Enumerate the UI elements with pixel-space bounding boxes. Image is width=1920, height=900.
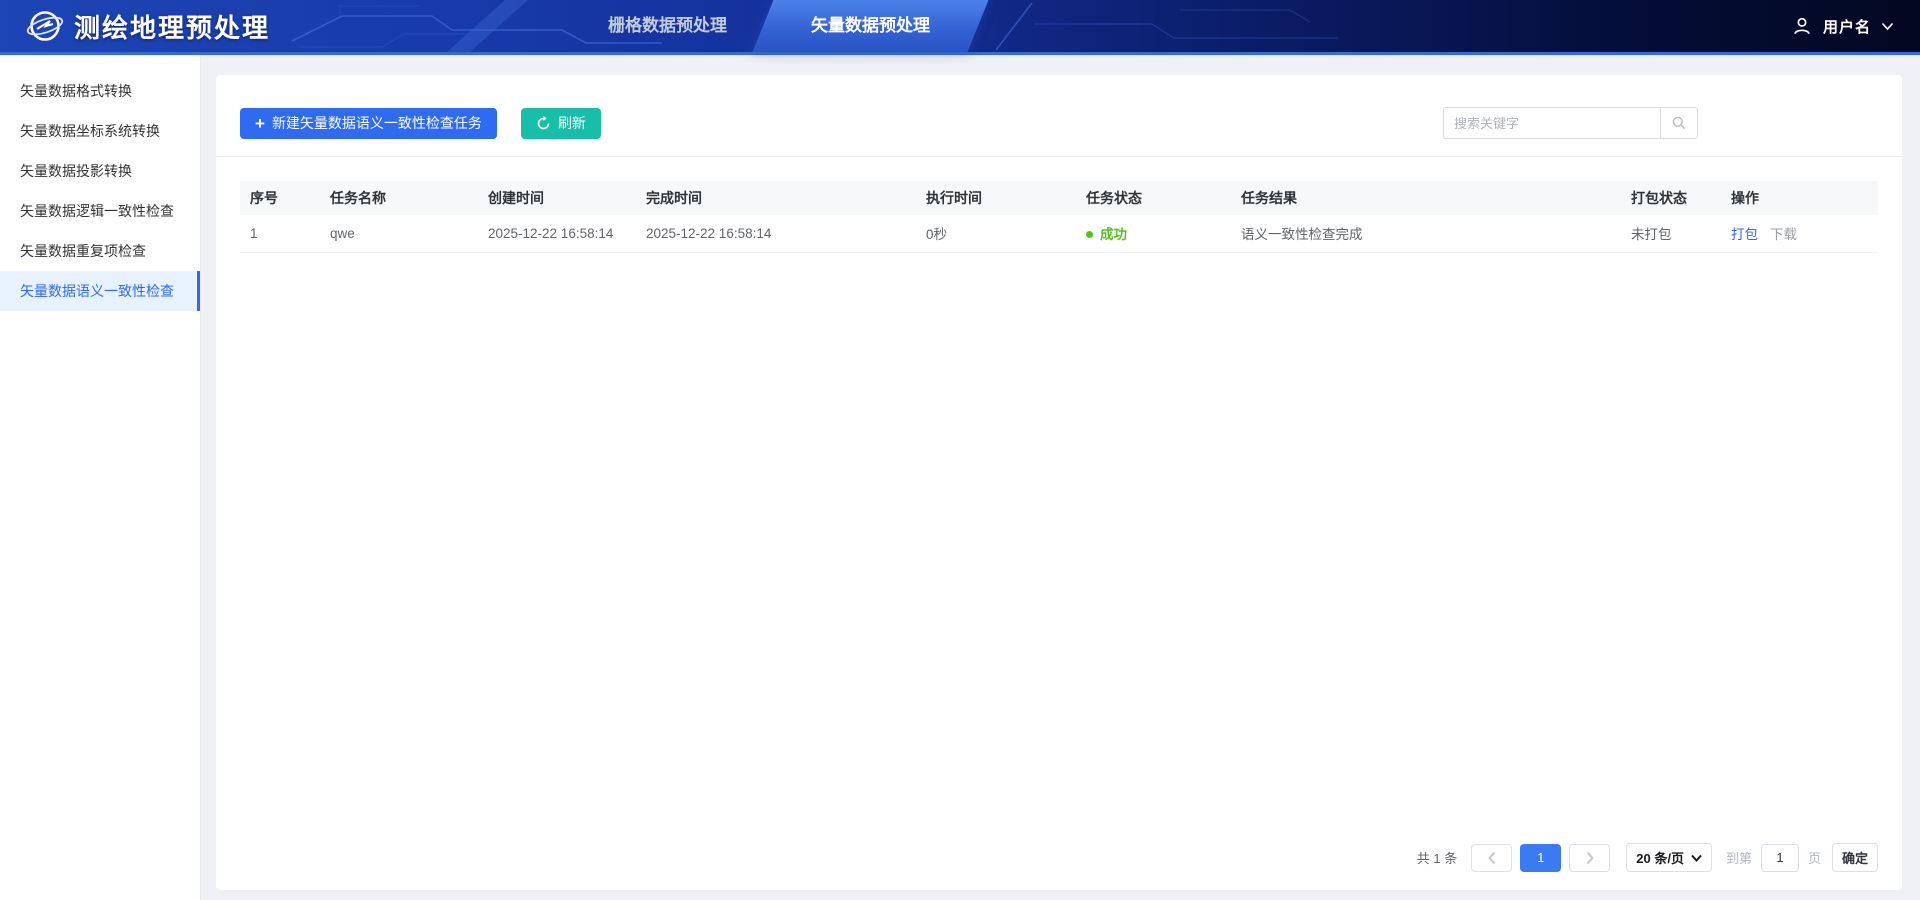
col-header-finished-time: 完成时间 xyxy=(636,181,916,215)
chevron-left-icon xyxy=(1487,851,1497,865)
next-page-button[interactable] xyxy=(1569,844,1610,872)
refresh-button[interactable]: 刷新 xyxy=(521,108,601,139)
pack-action-link[interactable]: 打包 xyxy=(1731,227,1758,242)
refresh-button-label: 刷新 xyxy=(558,113,586,133)
cell-finished-time: 2025-12-22 16:58:14 xyxy=(636,215,916,252)
download-action-link[interactable]: 下载 xyxy=(1770,227,1797,242)
goto-prefix-label: 到第 xyxy=(1726,848,1752,867)
app-logo: 测绘地理预处理 xyxy=(26,0,270,52)
cell-index: 1 xyxy=(240,215,320,252)
col-header-created-time: 创建时间 xyxy=(478,181,636,215)
col-header-result: 任务结果 xyxy=(1231,181,1621,215)
col-header-status: 任务状态 xyxy=(1076,181,1231,215)
sidebar-item-logic-consistency-check[interactable]: 矢量数据逻辑一致性检查 xyxy=(0,191,200,231)
sidebar: 矢量数据格式转换 矢量数据坐标系统转换 矢量数据投影转换 矢量数据逻辑一致性检查… xyxy=(0,55,200,900)
sidebar-item-coordinate-convert[interactable]: 矢量数据坐标系统转换 xyxy=(0,111,200,151)
tab-label: 栅格数据预处理 xyxy=(608,16,727,35)
tab-raster-preprocess[interactable]: 栅格数据预处理 xyxy=(600,0,735,52)
col-header-task-name: 任务名称 xyxy=(320,181,478,215)
pagination: 共 1 条 1 20 条/页 到第 页 确定 xyxy=(216,843,1902,890)
total-count-label: 共 1 条 xyxy=(1417,848,1457,867)
toolbar: + 新建矢量数据语义一致性检查任务 刷新 xyxy=(216,75,1902,157)
cell-actions: 打包下载 xyxy=(1721,215,1878,252)
refresh-arrows-icon xyxy=(536,116,551,131)
cell-result: 语义一致性检查完成 xyxy=(1231,215,1621,252)
search-input[interactable] xyxy=(1444,108,1660,138)
col-header-duration: 执行时间 xyxy=(916,181,1076,215)
col-header-actions: 操作 xyxy=(1721,181,1878,215)
new-task-button-label: 新建矢量数据语义一致性检查任务 xyxy=(272,113,482,133)
content-card: + 新建矢量数据语义一致性检查任务 刷新 xyxy=(216,75,1902,890)
chevron-right-icon xyxy=(1585,851,1595,865)
cell-task-name: qwe xyxy=(320,215,478,252)
chevron-down-icon xyxy=(1881,22,1894,31)
main-content: + 新建矢量数据语义一致性检查任务 刷新 xyxy=(200,55,1920,900)
plus-icon: + xyxy=(255,115,265,132)
tab-vector-preprocess[interactable]: 矢量数据预处理 xyxy=(763,0,978,52)
col-header-pack-status: 打包状态 xyxy=(1621,181,1721,215)
search-button[interactable] xyxy=(1660,108,1697,138)
sidebar-item-projection-convert[interactable]: 矢量数据投影转换 xyxy=(0,151,200,191)
globe-orbit-icon xyxy=(26,7,64,45)
app-header: 测绘地理预处理 栅格数据预处理 矢量数据预处理 用户名 xyxy=(0,0,1920,55)
cell-duration: 0秒 xyxy=(916,215,1076,252)
caret-down-icon xyxy=(1691,854,1702,862)
tab-label: 矢量数据预处理 xyxy=(811,16,930,35)
page-size-select[interactable]: 20 条/页 xyxy=(1626,843,1712,872)
prev-page-button[interactable] xyxy=(1471,844,1512,872)
status-text: 成功 xyxy=(1100,227,1127,242)
page-1-button[interactable]: 1 xyxy=(1520,844,1561,872)
task-table-section: 序号 任务名称 创建时间 完成时间 执行时间 任务状态 任务结果 打包状态 操作… xyxy=(216,157,1902,253)
username-label: 用户名 xyxy=(1823,16,1871,37)
col-header-index: 序号 xyxy=(240,181,320,215)
goto-suffix-label: 页 xyxy=(1808,848,1821,867)
sidebar-item-duplicate-check[interactable]: 矢量数据重复项检查 xyxy=(0,231,200,271)
table-header-row: 序号 任务名称 创建时间 完成时间 执行时间 任务状态 任务结果 打包状态 操作 xyxy=(240,181,1878,215)
green-dot-icon xyxy=(1086,231,1093,238)
sidebar-item-semantic-consistency-check[interactable]: 矢量数据语义一致性检查 xyxy=(0,271,200,311)
goto-confirm-button[interactable]: 确定 xyxy=(1832,843,1878,872)
cell-status: 成功 xyxy=(1076,215,1231,252)
goto-page-input[interactable] xyxy=(1761,844,1799,872)
top-nav-tabs: 栅格数据预处理 矢量数据预处理 xyxy=(600,0,978,52)
new-task-button[interactable]: + 新建矢量数据语义一致性检查任务 xyxy=(240,108,497,139)
table-row: 1 qwe 2025-12-22 16:58:14 2025-12-22 16:… xyxy=(240,215,1878,252)
magnifier-icon xyxy=(1671,115,1687,131)
user-menu[interactable]: 用户名 xyxy=(1791,0,1894,52)
person-icon xyxy=(1791,15,1813,37)
page-size-value: 20 条/页 xyxy=(1636,848,1684,867)
cell-pack-status: 未打包 xyxy=(1621,215,1721,252)
app-title: 测绘地理预处理 xyxy=(74,8,270,45)
cell-created-time: 2025-12-22 16:58:14 xyxy=(478,215,636,252)
sidebar-item-format-convert[interactable]: 矢量数据格式转换 xyxy=(0,71,200,111)
search-box xyxy=(1443,107,1698,139)
task-table: 序号 任务名称 创建时间 完成时间 执行时间 任务状态 任务结果 打包状态 操作… xyxy=(240,181,1878,253)
